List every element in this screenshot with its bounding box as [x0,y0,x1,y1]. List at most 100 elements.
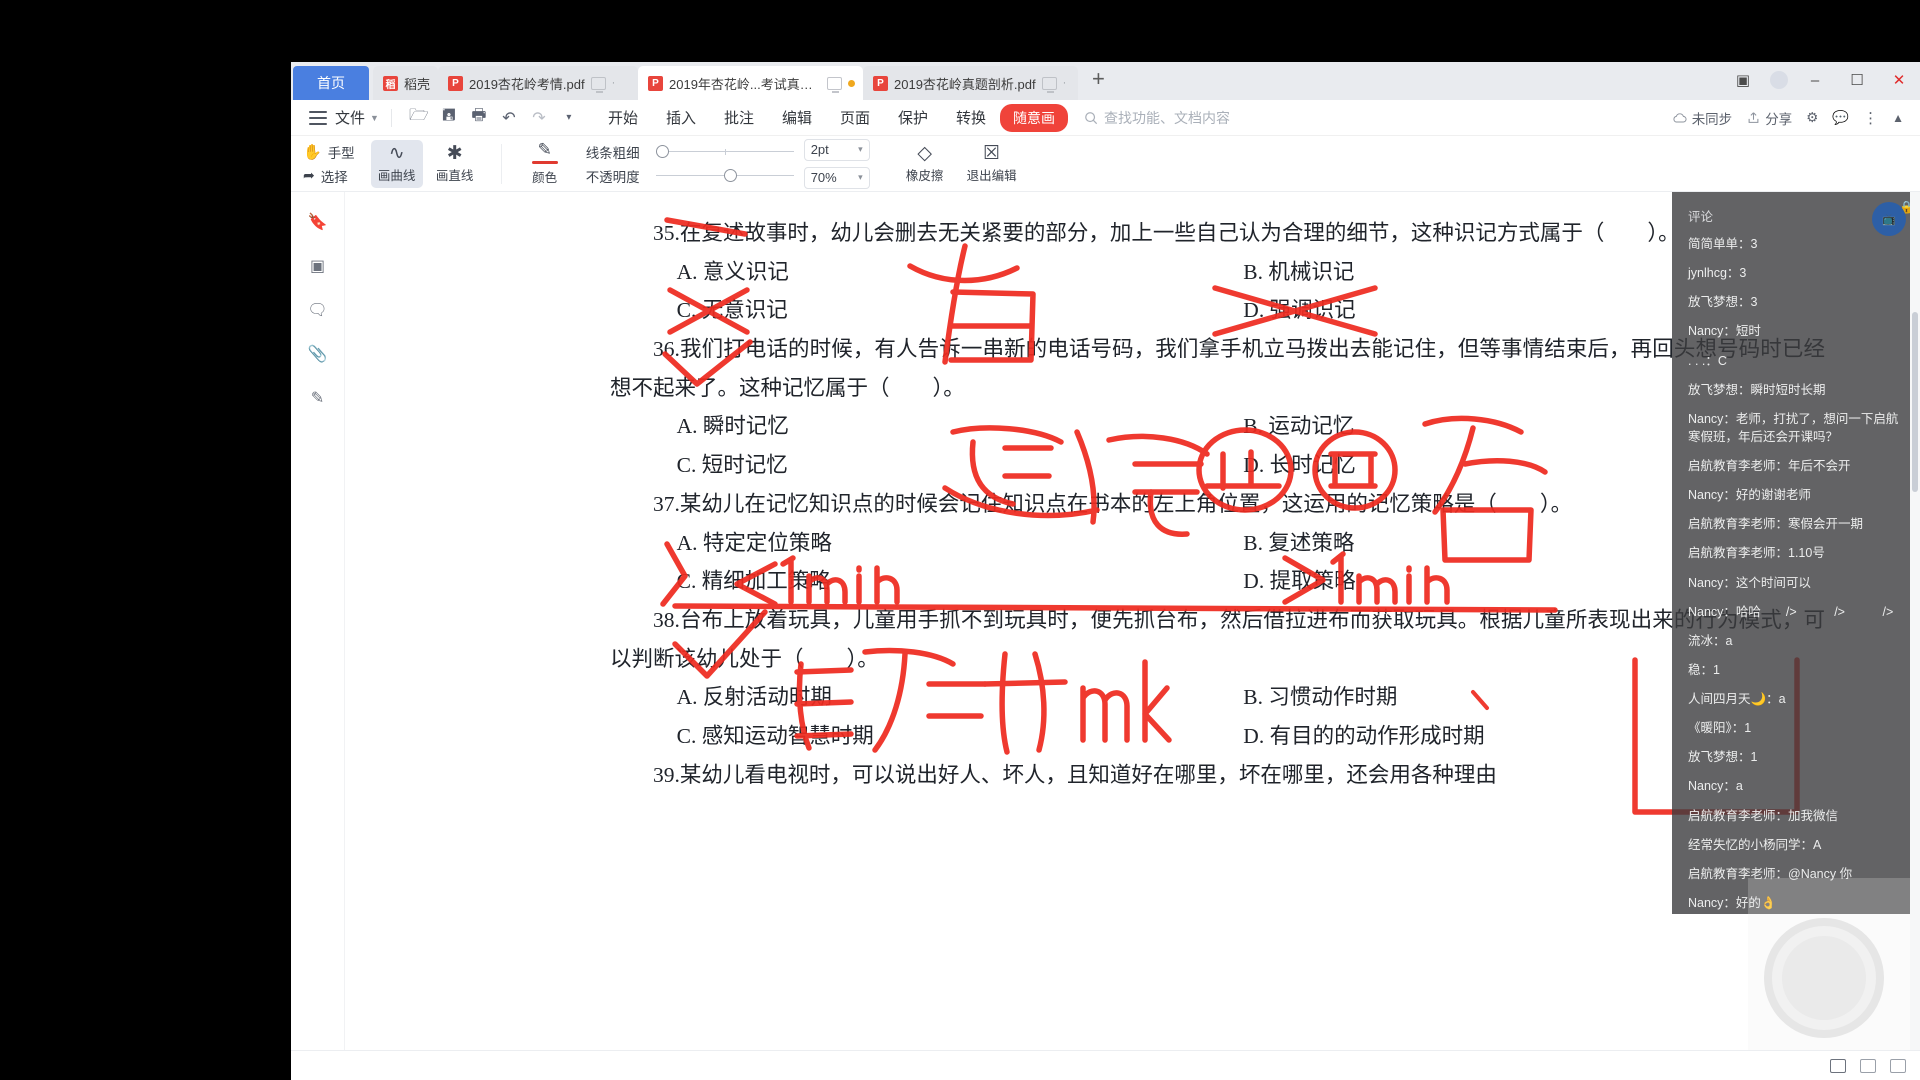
status-bar [291,1050,1920,1080]
touch-indicator [1764,918,1884,1038]
option-a[interactable]: A. 反射活动时期 [610,678,1218,717]
eraser-tool[interactable]: ◇ 橡皮擦 [896,140,954,188]
option-c[interactable]: C. 无意识记 [610,291,1218,330]
quick-access-dropdown-icon[interactable]: ▾ [554,105,584,131]
thickness-value: 2pt [810,142,829,157]
chevron-down-icon: ▾ [858,172,863,182]
option-key: C. [676,298,697,323]
ribbon-tab-start[interactable]: 开始 [594,103,652,132]
tab-pdf-1[interactable]: P 2019杏花岭考情.pdf · [438,66,639,100]
ribbon-tab-protect[interactable]: 保护 [884,103,942,132]
comment-icon[interactable]: 💬 [1832,110,1849,126]
tab-docer[interactable]: 稻 稻壳 [373,66,439,100]
opacity-value-select[interactable]: 70% ▾ [803,166,870,189]
single-page-view-icon[interactable] [1830,1058,1846,1073]
comment-list-icon[interactable]: 🗨 [306,298,330,322]
undo-icon[interactable]: ↶ [494,105,524,131]
ribbon-tab-annotate[interactable]: 批注 [710,103,768,132]
opacity-slider[interactable] [655,168,794,183]
option-key: C. [676,569,697,594]
print-icon[interactable]: 🖶 [464,105,494,131]
ribbon-tab-page[interactable]: 页面 [826,103,884,132]
redo-icon[interactable]: ↷ [524,105,554,131]
option-key: A. [676,530,698,555]
cloud-sync-icon [1673,112,1687,122]
ribbon-tab-insert[interactable]: 插入 [652,103,710,132]
select-tool[interactable]: ➦ 选择 [303,166,355,186]
continuous-view-icon[interactable] [1860,1058,1876,1073]
bookmark-icon[interactable]: 🔖 [306,210,330,234]
maximize-button[interactable]: ☐ [1836,66,1878,94]
question-text: 在复述故事时，幼儿会删去无关紧要的部分，加上一些自己认为合理的细节，这种识记方式… [679,221,1680,245]
cast-icon[interactable] [827,76,843,93]
slider-labels-group: 线条粗细 不透明度 [586,142,640,186]
gear-icon[interactable]: ⚙ [1806,110,1818,126]
home-tab[interactable]: 首页 [293,66,369,100]
close-icon[interactable]: · [612,77,619,88]
avatar[interactable] [1770,71,1788,89]
chevron-down-icon[interactable]: ▼ [370,113,379,123]
minimize-button[interactable]: – [1794,66,1836,94]
ribbon-tab-edit[interactable]: 编辑 [768,103,826,132]
question-number: 37. [653,491,680,516]
collapse-ribbon-icon[interactable]: ▲ [1892,111,1904,125]
wps-pdf-window: 首页 稻 稻壳 P 2019杏花岭考情.pdf · P 2019年杏花岭...考… [291,62,1920,1080]
share-button[interactable]: 分享 [1746,108,1792,128]
comment-item: 稳：1 [1688,662,1720,677]
tab-label: 2019年杏花岭...考试真题.pdf [669,76,822,92]
select-tool-label: 选择 [320,169,348,185]
thumbnail-icon[interactable]: ▣ [306,254,330,278]
draw-line-tool[interactable]: ✱ 画直线 [429,140,481,188]
sync-status-button[interactable]: 未同步 [1672,108,1732,128]
thickness-slider[interactable] [655,144,794,159]
hamburger-icon[interactable] [309,110,327,125]
slider-knob[interactable] [655,144,669,158]
option-c[interactable]: C. 精细加工策略 [610,562,1218,601]
scrollbar-thumb[interactable] [1912,312,1918,492]
comment-item: 人间四月天🌙：a [1688,692,1786,706]
tab-pdf-2[interactable]: P 2019年杏花岭...考试真题.pdf [638,66,864,100]
current-color-swatch [531,161,558,164]
option-a[interactable]: A. 瞬时记忆 [610,407,1218,446]
ribbon-tab-freedraw[interactable]: 随意画 [1000,103,1069,132]
facing-view-icon[interactable] [1890,1058,1906,1073]
ribbon-tab-convert[interactable]: 转换 [942,103,1000,132]
save-icon[interactable]: 🖪 [434,105,464,131]
draw-curve-tool[interactable]: ∿ 画曲线 [370,139,423,188]
option-a[interactable]: A. 特定定位策略 [610,524,1218,563]
new-tab-button[interactable]: + [1078,68,1119,94]
cast-icon[interactable] [1041,76,1057,93]
option-a[interactable]: A. 意义识记 [610,253,1218,292]
file-menu-button[interactable]: 文件 [335,107,365,128]
tab-pdf-3[interactable]: P 2019杏花岭真题剖析.pdf · [863,66,1079,100]
option-key: A. [676,259,698,284]
vertical-scrollbar[interactable] [1910,192,1920,1050]
search-placeholder: 查找功能、文档内容 [1104,109,1231,126]
option-key: C. [676,723,697,748]
more-vertical-icon[interactable]: ⋮ [1863,109,1878,127]
cast-icon[interactable] [590,76,606,93]
comment-panel[interactable]: 🔒 📺 评论 简简单单：3 jynlhcg：3 放飞梦想：3 Nancy：短时 … [1672,192,1920,914]
comment-item: jynlhcg：3 [1688,266,1747,281]
close-icon[interactable]: · [1063,77,1070,88]
color-picker[interactable]: ✎ 颜色 [516,140,574,188]
attachment-icon[interactable]: 📎 [306,342,330,366]
share-icon [1748,111,1759,123]
thickness-value-select[interactable]: 2pt ▾ [803,138,870,161]
option-c[interactable]: C. 感知运动智慧时期 [610,717,1218,756]
window-restore-icon[interactable]: ▣ [1722,66,1764,94]
exit-edit-button[interactable]: ☒ 退出编辑 [960,140,1024,188]
live-room-badge[interactable]: 📺 [1872,202,1906,236]
search-box[interactable]: 查找功能、文档内容 [1084,108,1230,128]
option-text: 精细加工策略 [701,569,831,594]
close-button[interactable]: ✕ [1878,66,1920,94]
question-39: 39.某幼儿看电视时，可以说出好人、坏人，且知道好在哪里，坏在哪里，还会用各种理… [610,756,1825,795]
slider-knob[interactable] [723,168,737,182]
hand-tool[interactable]: ✋ 手型 [303,142,355,162]
wps-docer-icon: 稻 [383,75,398,91]
question-number: 35. [653,221,680,245]
signature-icon[interactable]: ✎ [306,386,330,410]
option-c[interactable]: C. 短时记忆 [610,446,1218,485]
pdf-page-area[interactable]: 35.在复述故事时，幼儿会删去无关紧要的部分，加上一些自己认为合理的细节，这种识… [345,192,1920,1050]
open-folder-icon[interactable]: 🗁 [404,105,434,131]
